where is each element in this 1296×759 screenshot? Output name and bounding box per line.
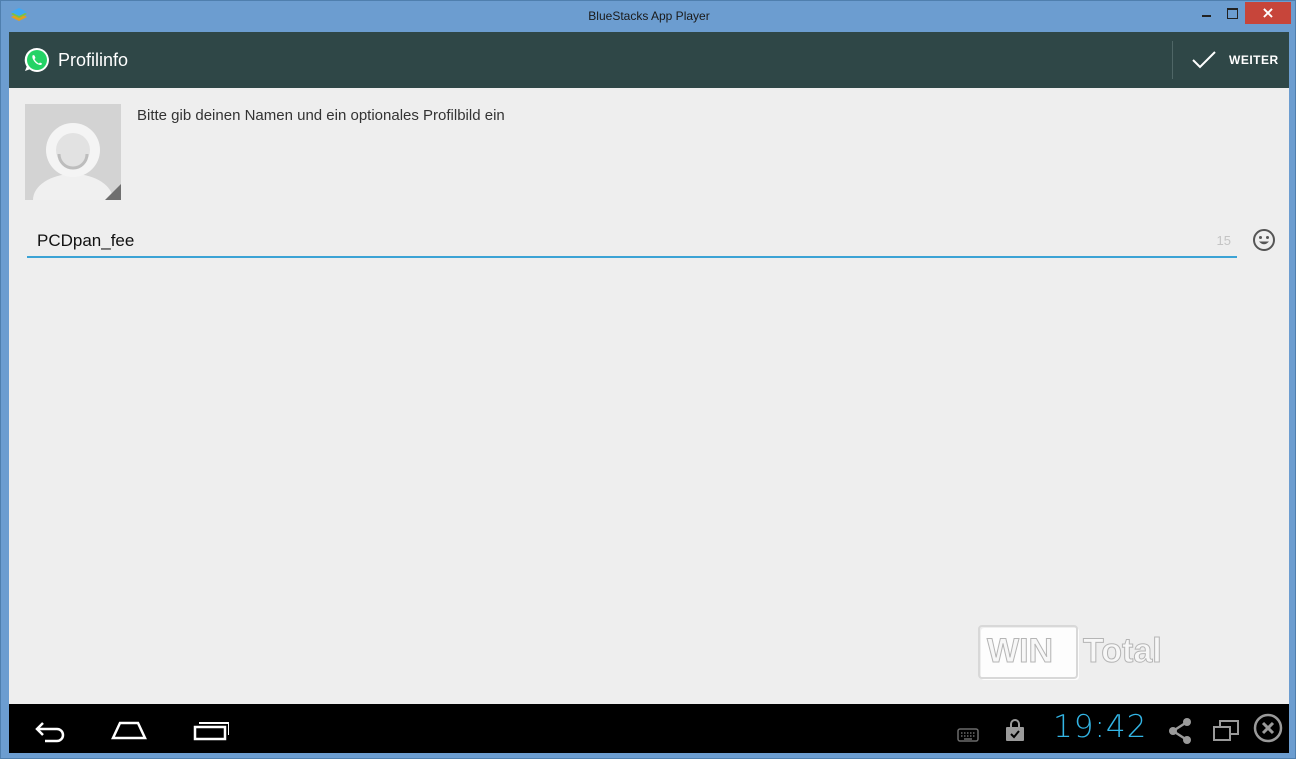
share-icon[interactable] <box>1167 716 1193 746</box>
minimize-button[interactable] <box>1193 2 1219 24</box>
back-icon[interactable] <box>31 714 67 744</box>
bluestacks-window: BlueStacks App Player × Profilinfo WEITE… <box>0 0 1296 759</box>
name-input-value[interactable]: PCDpan_fee <box>37 231 134 251</box>
window-titlebar[interactable]: BlueStacks App Player × <box>1 1 1296 32</box>
name-input[interactable]: PCDpan_fee 15 <box>27 228 1237 258</box>
home-icon[interactable] <box>109 714 149 744</box>
profile-instruction: Bitte gib deinen Namen und ein optionale… <box>137 107 505 124</box>
avatar-corner-indicator <box>105 184 121 200</box>
next-button-label: WEITER <box>1229 53 1279 67</box>
android-screen: Profilinfo WEITER Bitte gib deinen Namen… <box>9 32 1289 753</box>
profile-photo-picker[interactable] <box>25 104 121 200</box>
keyboard-icon[interactable] <box>957 720 979 750</box>
action-bar: Profilinfo WEITER <box>9 32 1289 88</box>
window-close-button[interactable]: × <box>1245 2 1291 24</box>
close-circle-icon[interactable] <box>1253 713 1283 743</box>
shopping-bag-icon[interactable] <box>1003 716 1027 746</box>
maximize-button[interactable] <box>1219 2 1245 24</box>
screen-switch-icon[interactable] <box>1211 716 1241 746</box>
status-clock: 19:42 <box>1053 709 1148 745</box>
wintotal-watermark-logo: WIN Total <box>978 625 1162 680</box>
page-title: Profilinfo <box>58 50 129 70</box>
window-title: BlueStacks App Player <box>588 9 710 23</box>
actionbar-divider <box>1172 41 1173 79</box>
smiley-icon[interactable] <box>1252 228 1276 252</box>
svg-text:Total: Total <box>1083 632 1162 670</box>
svg-text:WIN: WIN <box>987 632 1053 670</box>
next-button[interactable]: WEITER <box>1179 32 1289 88</box>
android-nav-bar: 19:42 <box>9 704 1289 753</box>
recent-apps-icon[interactable] <box>191 714 229 744</box>
remaining-char-counter: 15 <box>1216 233 1231 248</box>
whatsapp-icon <box>24 47 49 72</box>
close-icon: × <box>1261 3 1275 22</box>
check-icon <box>1192 51 1216 69</box>
